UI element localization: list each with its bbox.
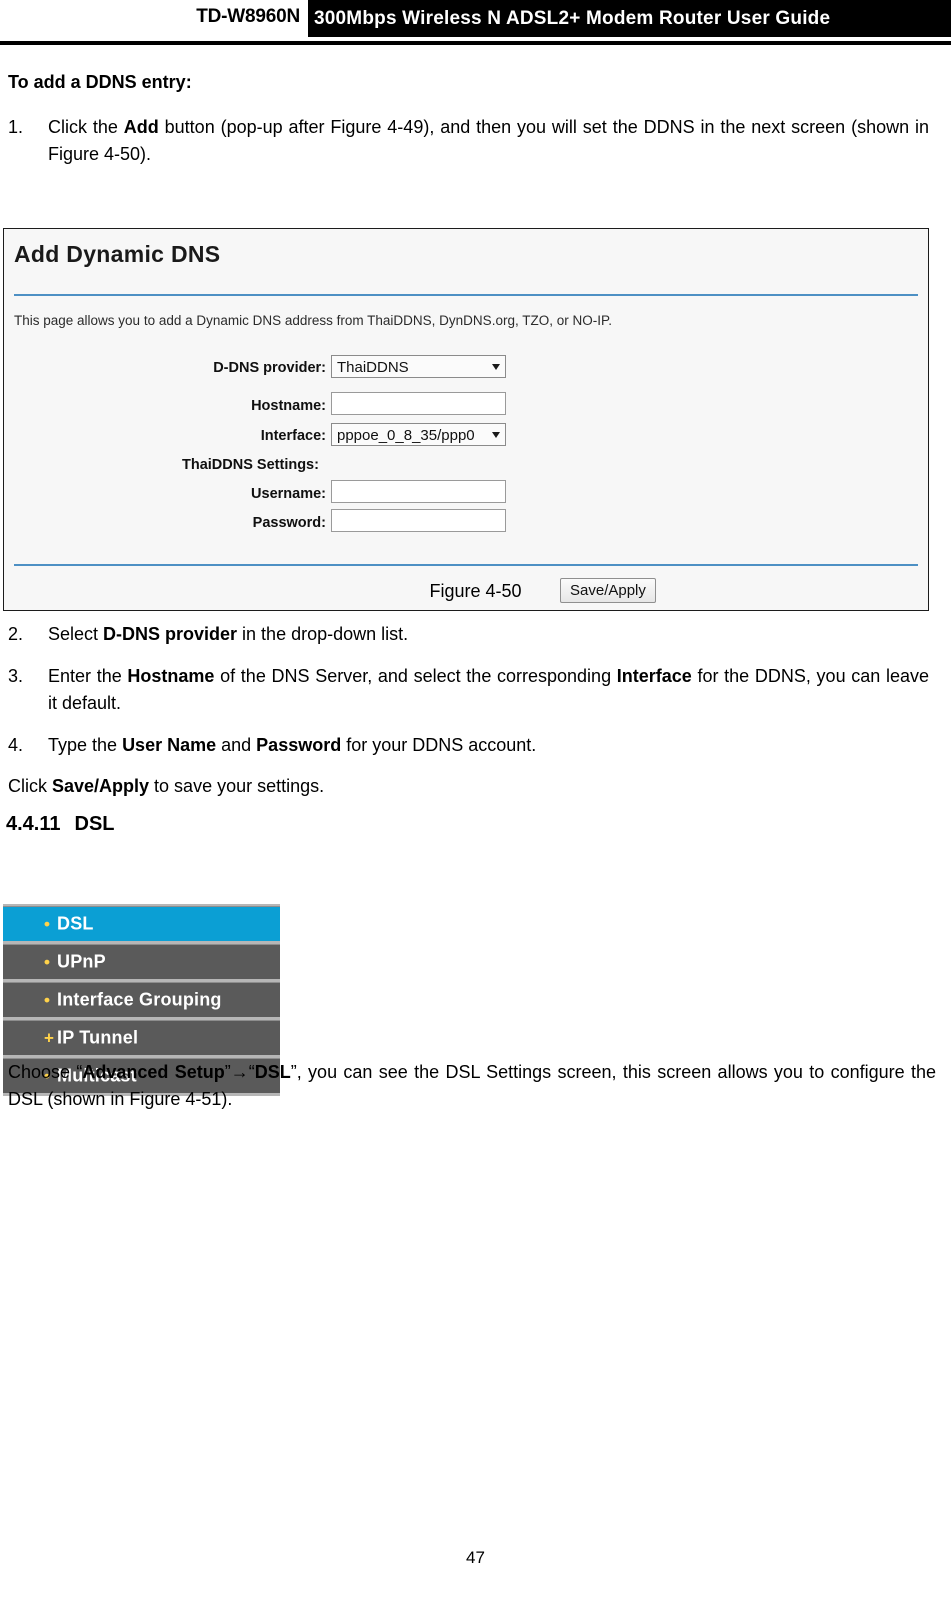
sidebar-item-label: IP Tunnel — [57, 1027, 139, 1048]
sidebar-item-interface-grouping[interactable]: • Interface Grouping — [3, 982, 280, 1017]
step-4-run-0: Type the — [48, 735, 123, 755]
sidebar-item-upnp[interactable]: • UPnP — [3, 944, 280, 979]
password-input[interactable] — [331, 509, 506, 532]
control-username — [331, 480, 506, 503]
step-number-4: 4. — [8, 735, 24, 755]
step-4-run-2: and — [216, 735, 257, 755]
step-4-run-1: User Name — [122, 735, 217, 755]
field-row-interface: Interface: — [4, 425, 326, 449]
interface-select[interactable]: pppoe_0_8_35/ppp0 — [331, 423, 506, 446]
sidebar-item-label: UPnP — [57, 951, 106, 972]
step-2-run-1: D-DNS provider — [103, 624, 238, 644]
step-1-run-2: button (pop-up after Figure 4-49), and t… — [48, 117, 929, 164]
label-hostname: Hostname: — [251, 398, 326, 414]
section-title-add-ddns-entry: To add a DDNS entry: — [8, 72, 192, 92]
page-number: 47 — [466, 1548, 485, 1567]
control-hostname — [331, 392, 506, 415]
field-row-password: Password: — [4, 512, 326, 536]
bullet-icon: • — [44, 914, 50, 934]
step-text-4: Type the User Name and Password for your… — [48, 732, 929, 759]
field-row-username: Username: — [4, 483, 326, 507]
header-model-name: TD-W8960N — [196, 6, 300, 27]
paragraph-save-apply: Click Save/Apply to save your settings. — [8, 773, 938, 800]
label-thaiddns-settings: ThaiDDNS Settings: — [182, 457, 319, 473]
sidebar-item-label: Interface Grouping — [57, 989, 222, 1010]
step-4-run-3: Password — [256, 735, 342, 755]
heading-number: 4.4.11 — [6, 813, 61, 835]
page-header: TD-W8960N 300Mbps Wireless N ADSL2+ Mode… — [0, 0, 951, 46]
closing-paragraph-run-3: DSL — [254, 1062, 291, 1082]
label-interface: Interface: — [260, 428, 326, 444]
step-4-run-4: for your DDNS account. — [341, 735, 537, 755]
bullet-icon: • — [44, 952, 50, 972]
field-row-hostname: Hostname: — [4, 395, 326, 419]
heading-4-4-11-dsl: 4.4.11 DSL — [6, 813, 115, 836]
heading-title: DSL — [74, 813, 115, 835]
step-1-run-0: Click the — [48, 117, 124, 137]
closing-paragraph-run-1: Advanced Setup — [82, 1062, 225, 1082]
sidebar-item-label: DSL — [57, 913, 94, 934]
step-2-run-0: Select — [48, 624, 104, 644]
step-1-run-1: Add — [123, 117, 159, 137]
panel-title: Add Dynamic DNS — [14, 241, 221, 267]
step-3-run-0: Enter the — [48, 666, 128, 686]
username-input[interactable] — [331, 480, 506, 503]
header-divider-rule — [0, 41, 951, 45]
step-3-run-1: Hostname — [127, 666, 215, 686]
panel-divider-top — [14, 294, 918, 296]
step-3-run-2: of the DNS Server, and select the corres… — [214, 666, 617, 686]
paragraph-choose-advanced-setup-dsl: Choose “Advanced Setup”→“DSL”, you can s… — [8, 1059, 936, 1113]
bullet-icon: • — [44, 990, 50, 1010]
screenshot-add-dynamic-dns: Add Dynamic DNS This page allows you to … — [3, 228, 929, 611]
control-interface: pppoe_0_8_35/ppp0 — [331, 423, 506, 446]
step-3-run-3: Interface — [616, 666, 692, 686]
control-dns-provider: ThaiDDNS — [331, 355, 506, 378]
step-2-run-2: in the drop-down list. — [237, 624, 409, 644]
save-paragraph-run-2: to save your settings. — [149, 776, 325, 796]
closing-paragraph-run-2: ”→“ — [224, 1062, 255, 1082]
figure-caption-4-50: Figure 4-50 — [429, 581, 522, 601]
panel-description: This page allows you to add a Dynamic DN… — [14, 313, 612, 328]
label-dns-provider: D-DNS provider: — [213, 360, 326, 376]
save-paragraph-run-1: Save/Apply — [52, 776, 150, 796]
control-password — [331, 509, 506, 532]
label-password: Password: — [252, 515, 326, 531]
step-text-2: Select D-DNS provider in the drop-down l… — [48, 621, 929, 648]
step-number-2: 2. — [8, 624, 24, 644]
step-number-3: 3. — [8, 666, 24, 686]
label-username: Username: — [251, 486, 326, 502]
save-paragraph-run-0: Click — [8, 776, 52, 796]
plus-expand-icon[interactable]: + — [44, 1030, 54, 1047]
field-row-dns-provider: D-DNS provider: — [4, 357, 326, 381]
step-text-1: Click the Add button (pop-up after Figur… — [48, 114, 929, 168]
header-title-banner: 300Mbps Wireless N ADSL2+ Modem Router U… — [308, 0, 951, 37]
sidebar-item-dsl[interactable]: • DSL — [3, 906, 280, 941]
dns-provider-select[interactable]: ThaiDDNS — [331, 355, 506, 378]
sidebar-item-ip-tunnel[interactable]: + IP Tunnel — [3, 1020, 280, 1055]
closing-paragraph-run-0: Choose “ — [8, 1062, 83, 1082]
step-text-3: Enter the Hostname of the DNS Server, an… — [48, 663, 929, 717]
panel-divider-bottom — [14, 564, 918, 566]
step-number-1: 1. — [8, 117, 24, 137]
hostname-input[interactable] — [331, 392, 506, 415]
